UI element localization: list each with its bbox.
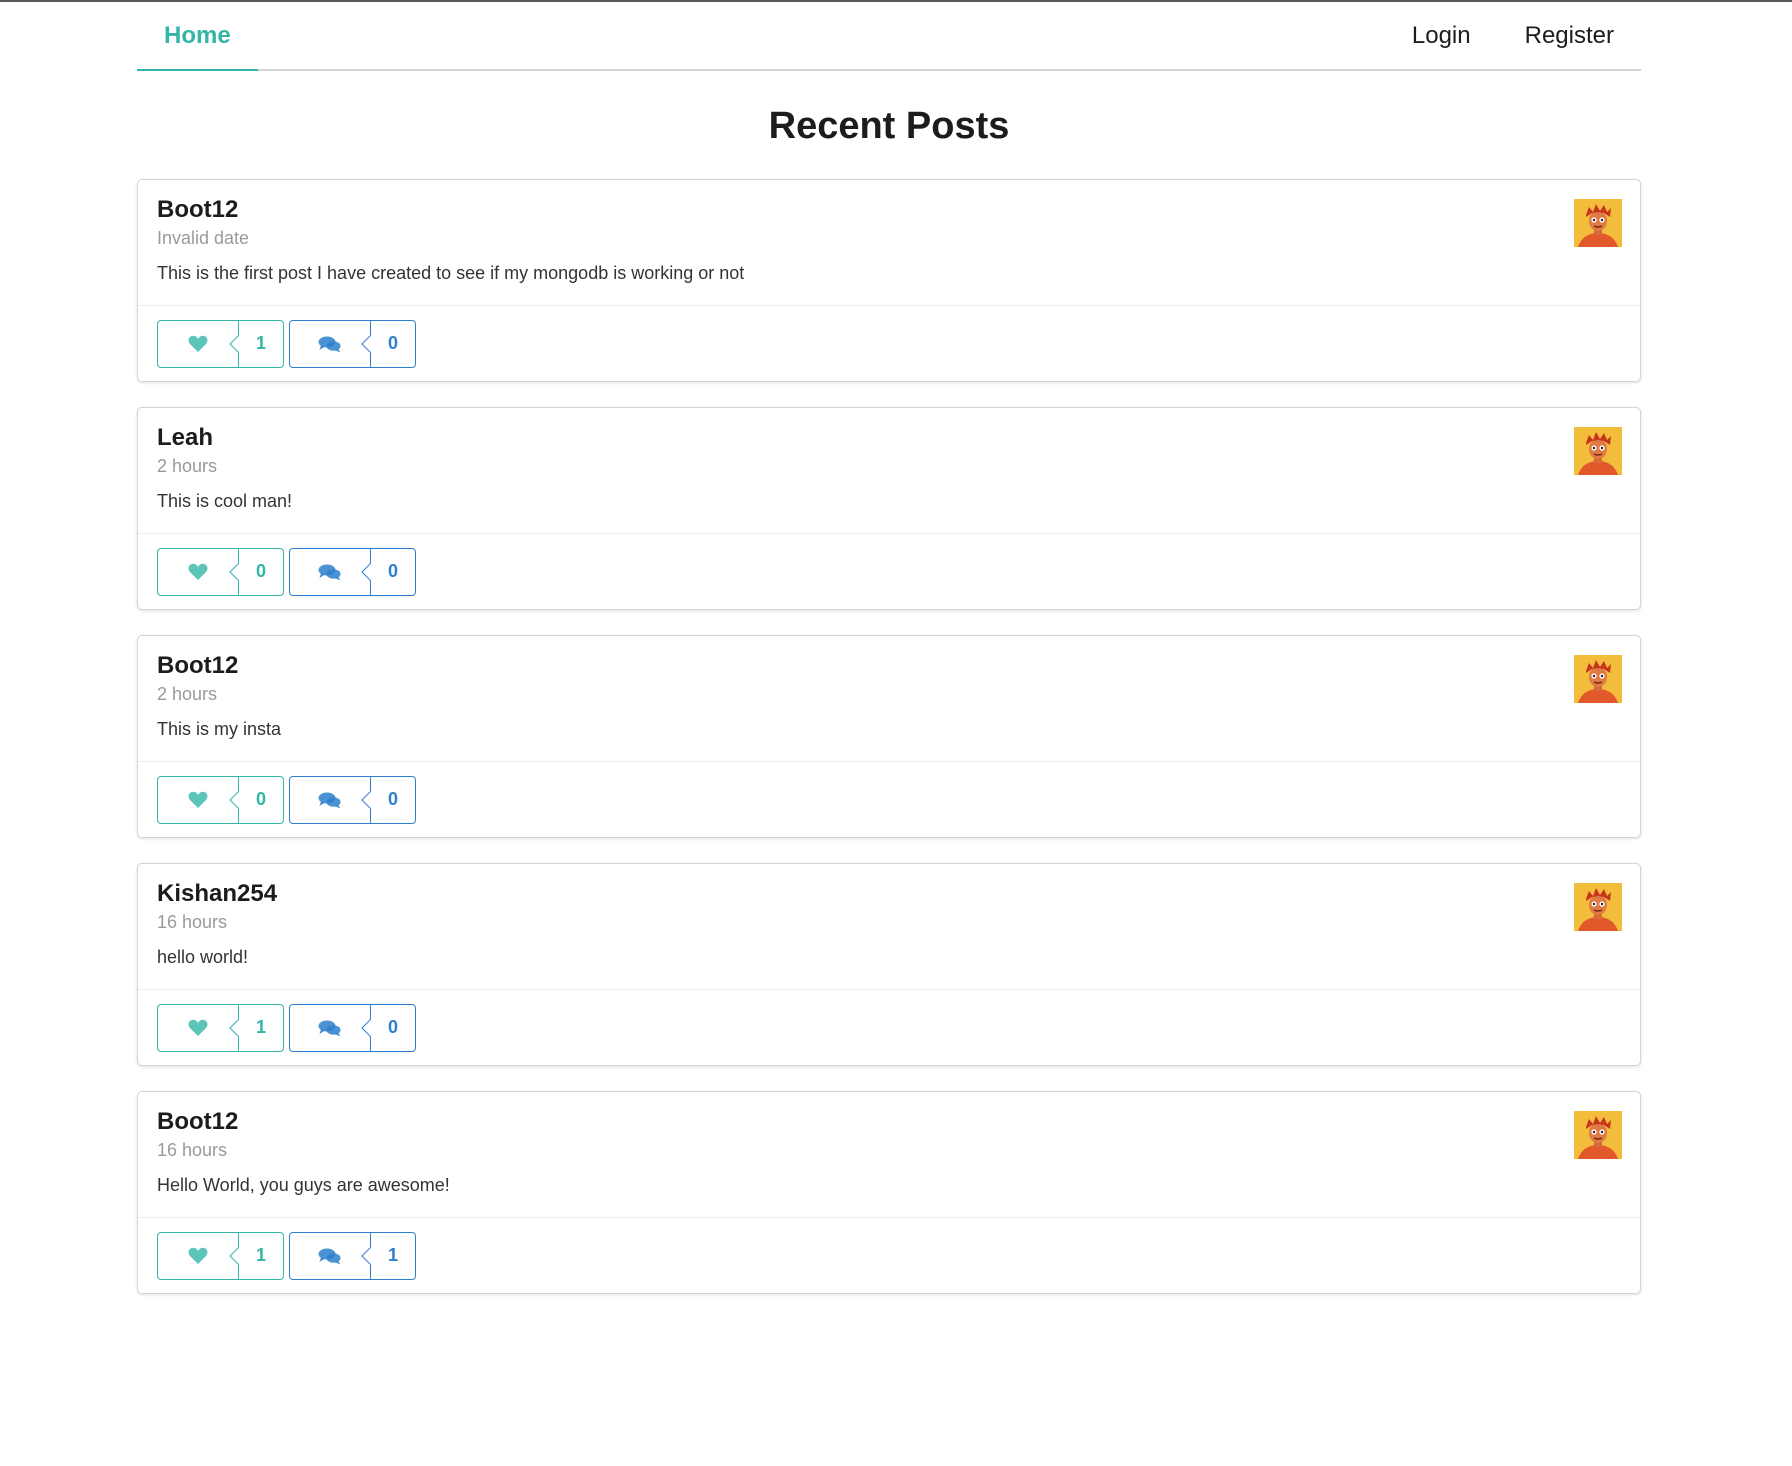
comment-button[interactable]: 0 — [289, 1003, 416, 1052]
like-count: 1 — [238, 1232, 283, 1279]
comment-count: 0 — [370, 1004, 415, 1051]
nav-right-group: Login Register — [1385, 2, 1641, 69]
comment-button[interactable]: 0 — [289, 775, 416, 824]
post-card: Boot12 16 hours Hello World, you guys ar… — [137, 1091, 1641, 1294]
comments-icon[interactable] — [290, 321, 370, 367]
post-date: 16 hours — [157, 1139, 228, 1160]
comment-button[interactable]: 0 — [289, 547, 416, 596]
post-actions: 1 0 — [138, 306, 1640, 381]
heart-icon[interactable] — [158, 777, 238, 823]
post-list: Boot12 Invalid date This is the first po… — [137, 179, 1641, 1294]
like-button[interactable]: 1 — [157, 1003, 284, 1052]
comment-count: 0 — [370, 776, 415, 823]
heart-icon[interactable] — [158, 549, 238, 595]
avatar-illustration — [1574, 1111, 1622, 1159]
heart-icon[interactable] — [158, 1005, 238, 1051]
post-content: Kishan254 16 hours hello world! — [138, 864, 1640, 990]
like-button[interactable]: 1 — [157, 1231, 284, 1280]
post-content: Boot12 2 hours This is my insta — [138, 636, 1640, 762]
page-title: Recent Posts — [768, 105, 1010, 147]
like-count: 0 — [238, 548, 283, 595]
post-author[interactable]: Boot12 — [157, 196, 1621, 225]
nav-home[interactable]: Home — [137, 2, 258, 71]
avatar — [1574, 655, 1622, 703]
avatar-illustration — [1574, 655, 1622, 703]
like-count: 1 — [238, 1004, 283, 1051]
comment-count: 0 — [370, 548, 415, 595]
post-author[interactable]: Boot12 — [157, 652, 1621, 681]
post-content: Boot12 16 hours Hello World, you guys ar… — [138, 1092, 1640, 1218]
nav-register[interactable]: Register — [1498, 2, 1641, 71]
post-card: Boot12 Invalid date This is the first po… — [137, 179, 1641, 382]
post-date: 2 hours — [157, 455, 218, 476]
avatar-illustration — [1574, 199, 1622, 247]
nav-login[interactable]: Login — [1385, 2, 1498, 71]
like-button[interactable]: 1 — [157, 319, 284, 368]
post-date: 16 hours — [157, 911, 228, 932]
like-button[interactable]: 0 — [157, 775, 284, 824]
post-actions: 0 0 — [138, 534, 1640, 609]
page-container: Home Login Register Recent Posts Boot12 … — [137, 2, 1641, 1319]
heart-icon[interactable] — [158, 1233, 238, 1279]
post-date: 2 hours — [157, 683, 218, 704]
post-author[interactable]: Boot12 — [157, 1108, 1621, 1137]
comments-icon[interactable] — [290, 1005, 370, 1051]
post-author[interactable]: Kishan254 — [157, 880, 1621, 909]
post-author[interactable]: Leah — [157, 424, 1621, 453]
heart-icon[interactable] — [158, 321, 238, 367]
comments-icon[interactable] — [290, 549, 370, 595]
post-body: hello world! — [157, 946, 249, 967]
comment-button[interactable]: 1 — [289, 1231, 416, 1280]
post-date: Invalid date — [157, 227, 250, 248]
post-card: Kishan254 16 hours hello world! 1 0 — [137, 863, 1641, 1066]
post-body: This is cool man! — [157, 490, 293, 511]
post-actions: 1 1 — [138, 1218, 1640, 1293]
post-actions: 1 0 — [138, 990, 1640, 1065]
comments-icon[interactable] — [290, 1233, 370, 1279]
avatar — [1574, 1111, 1622, 1159]
like-count: 0 — [238, 776, 283, 823]
post-actions: 0 0 — [138, 762, 1640, 837]
post-body: Hello World, you guys are awesome! — [157, 1174, 450, 1195]
post-body: This is my insta — [157, 718, 282, 739]
avatar — [1574, 883, 1622, 931]
avatar — [1574, 427, 1622, 475]
like-count: 1 — [238, 320, 283, 367]
avatar — [1574, 199, 1622, 247]
comments-icon[interactable] — [290, 777, 370, 823]
comment-count: 1 — [370, 1232, 415, 1279]
top-menu: Home Login Register — [137, 2, 1641, 71]
comment-count: 0 — [370, 320, 415, 367]
post-body: This is the first post I have created to… — [157, 262, 745, 283]
post-card: Leah 2 hours This is cool man! 0 0 — [137, 407, 1641, 610]
post-content: Boot12 Invalid date This is the first po… — [138, 180, 1640, 306]
post-content: Leah 2 hours This is cool man! — [138, 408, 1640, 534]
avatar-illustration — [1574, 883, 1622, 931]
like-button[interactable]: 0 — [157, 547, 284, 596]
avatar-illustration — [1574, 427, 1622, 475]
post-card: Boot12 2 hours This is my insta 0 0 — [137, 635, 1641, 838]
comment-button[interactable]: 0 — [289, 319, 416, 368]
